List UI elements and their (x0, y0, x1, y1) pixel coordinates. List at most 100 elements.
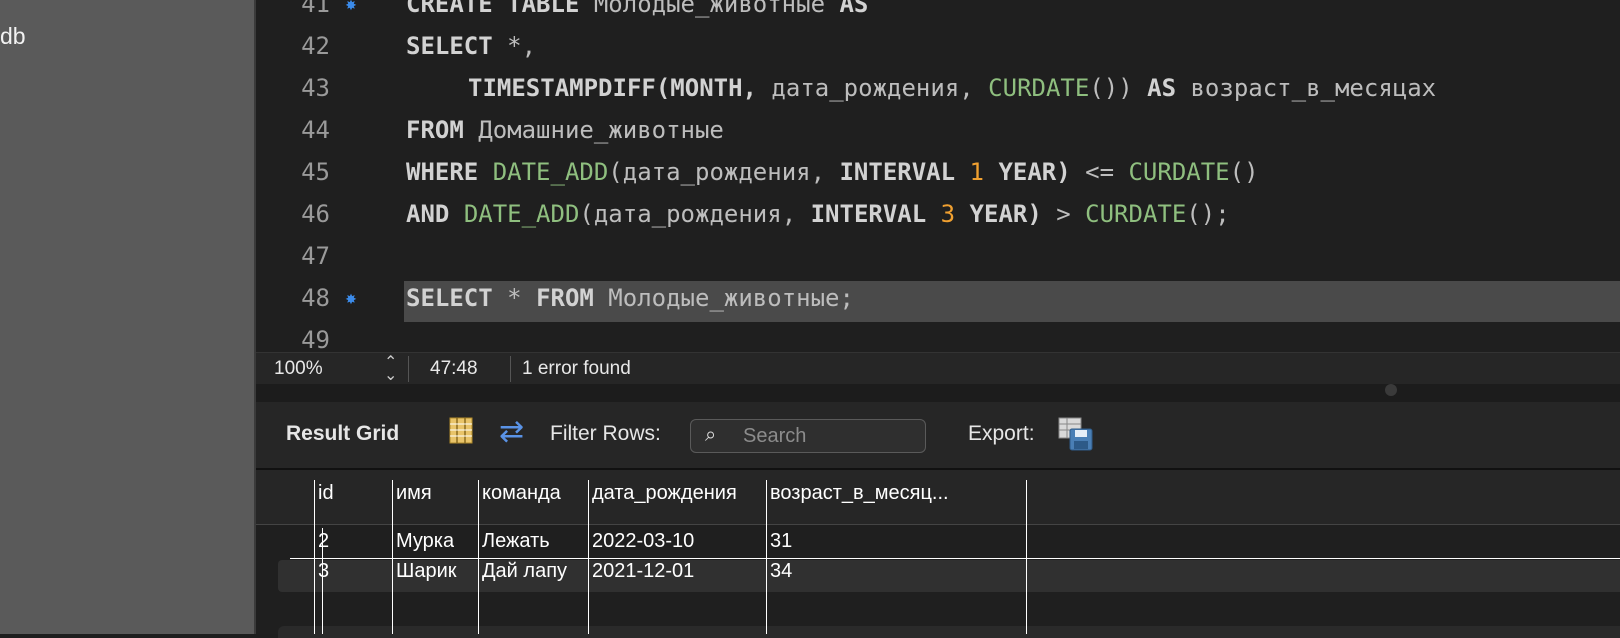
identifier: Молодые_животные (579, 0, 840, 18)
row-divider (290, 558, 1620, 559)
editor-line-current: 48 ✸ SELECT * FROM Молодые_животные; (256, 280, 1620, 322)
code-line: AND DATE_ADD(дата_рождения, INTERVAL 3 Y… (406, 200, 1230, 228)
grid-view-icon[interactable] (449, 417, 473, 444)
column-divider (766, 480, 767, 634)
editor-line: 47 (256, 238, 1620, 280)
filter-search-box[interactable]: ⌕ (690, 419, 926, 453)
table-cell[interactable]: Мурка (396, 530, 454, 553)
result-grid[interactable]: id имя команда дата_рождения возраст_в_м… (256, 470, 1620, 638)
keyword: AS (839, 0, 869, 18)
breakpoint-icon[interactable]: ✸ (345, 292, 357, 306)
line-number: 47 (301, 242, 330, 270)
identifier: дата_рождения, (756, 74, 989, 102)
table-cell[interactable]: 3 (318, 560, 329, 583)
code-line: SELECT * FROM Молодые_животные; (406, 284, 854, 312)
table-cell[interactable]: 2021-12-01 (592, 560, 694, 583)
column-divider (314, 480, 315, 634)
keyword: AS (1147, 74, 1177, 102)
operator: <= (1070, 158, 1129, 186)
export-icon[interactable] (1058, 417, 1094, 451)
editor-line: 41 ✸ CREATE TABLE Молодые_животные AS (256, 0, 1620, 28)
column-header-age-months[interactable]: возраст_в_месяц... (770, 482, 982, 505)
grid-footer (278, 626, 1620, 638)
selected-row-highlight (278, 560, 1620, 592)
editor-line: 43 TIMESTAMPDIFF(MONTH, дата_рождения, C… (256, 70, 1620, 112)
sql-editor[interactable]: 41 ✸ CREATE TABLE Молодые_животные AS 42… (256, 0, 1620, 352)
column-divider (588, 480, 589, 634)
identifier: (дата_рождения, (579, 200, 811, 228)
table-cell[interactable]: Дай лапу (482, 560, 567, 583)
zoom-level[interactable]: 100% (274, 358, 323, 380)
keyword: INTERVAL (839, 158, 956, 186)
keyword: FROM (406, 116, 464, 144)
function-token: CURDATE (1128, 158, 1230, 186)
line-number: 48 (301, 284, 330, 312)
identifier: возраст_в_месяцах (1176, 74, 1437, 102)
line-number: 41 (301, 0, 330, 18)
punctuation: ()) (1089, 74, 1148, 102)
status-divider (510, 356, 511, 382)
status-divider (408, 356, 409, 382)
keyword: WHERE (406, 158, 479, 186)
identifier: Молодые_животные; (593, 284, 854, 312)
splitter-handle-icon[interactable] (1385, 384, 1397, 396)
table-cell[interactable]: Лежать (482, 530, 550, 553)
result-toolbar: Result Grid ⇄ Filter Rows: ⌕ Export: (256, 402, 1620, 470)
keyword: INTERVAL (810, 200, 927, 228)
column-divider (392, 480, 393, 634)
keyword: SELECT (406, 284, 493, 312)
breakpoint-icon[interactable]: ✸ (345, 0, 357, 12)
function-token: DATE_ADD (492, 158, 609, 186)
punctuation: () (1229, 158, 1259, 186)
number-literal: 3 (940, 200, 956, 228)
line-number: 46 (301, 200, 330, 228)
keyword: TIMESTAMPDIFF(MONTH, (468, 74, 757, 102)
column-header-id[interactable]: id (318, 482, 334, 505)
punctuation: (); (1186, 200, 1230, 228)
line-number: 44 (301, 116, 330, 144)
column-header-name[interactable]: имя (396, 482, 432, 505)
keyword: CREATE TABLE (406, 0, 580, 18)
identifier: *, (492, 32, 537, 60)
code-line: SELECT *, (406, 32, 536, 60)
identifier: (дата_рождения, (608, 158, 840, 186)
function-token: CURDATE (1085, 200, 1187, 228)
column-header-command[interactable]: команда (482, 482, 561, 505)
keyword: YEAR) (969, 200, 1042, 228)
column-divider (1026, 480, 1027, 634)
editor-line: 44 FROM Домашние_животные (256, 112, 1620, 154)
column-header-birthdate[interactable]: дата_рождения (592, 482, 737, 505)
operator: > (1041, 200, 1086, 228)
filter-rows-label: Filter Rows: (550, 422, 661, 445)
zoom-stepper-icon[interactable]: ⌃ ⌄ (384, 355, 397, 384)
panel-splitter[interactable] (256, 384, 1620, 402)
result-grid-title[interactable]: Result Grid (286, 422, 399, 446)
search-icon: ⌕ (705, 424, 717, 446)
sidebar-schema-label[interactable]: db (0, 23, 26, 50)
search-input[interactable] (741, 423, 915, 449)
editor-line: 42 SELECT *, (256, 28, 1620, 70)
export-label: Export: (968, 422, 1035, 445)
operator: * (492, 284, 537, 312)
function-token: DATE_ADD (463, 200, 580, 228)
column-divider (478, 480, 479, 634)
error-status[interactable]: 1 error found (522, 358, 631, 380)
line-number: 43 (301, 74, 330, 102)
cursor-position: 47:48 (430, 358, 478, 379)
table-cell[interactable]: 2 (318, 530, 329, 553)
table-cell[interactable]: 2022-03-10 (592, 530, 694, 553)
table-cell[interactable]: Шарик (396, 560, 457, 583)
table-cell[interactable]: 31 (770, 530, 792, 553)
line-number: 42 (301, 32, 330, 60)
code-line: FROM Домашние_животные (406, 116, 724, 144)
refresh-icon[interactable]: ⇄ (499, 414, 524, 449)
table-cell[interactable]: 34 (770, 560, 792, 583)
identifier: Домашние_животные (463, 116, 724, 144)
editor-line: 49 (256, 322, 1620, 352)
line-number: 49 (301, 326, 330, 352)
